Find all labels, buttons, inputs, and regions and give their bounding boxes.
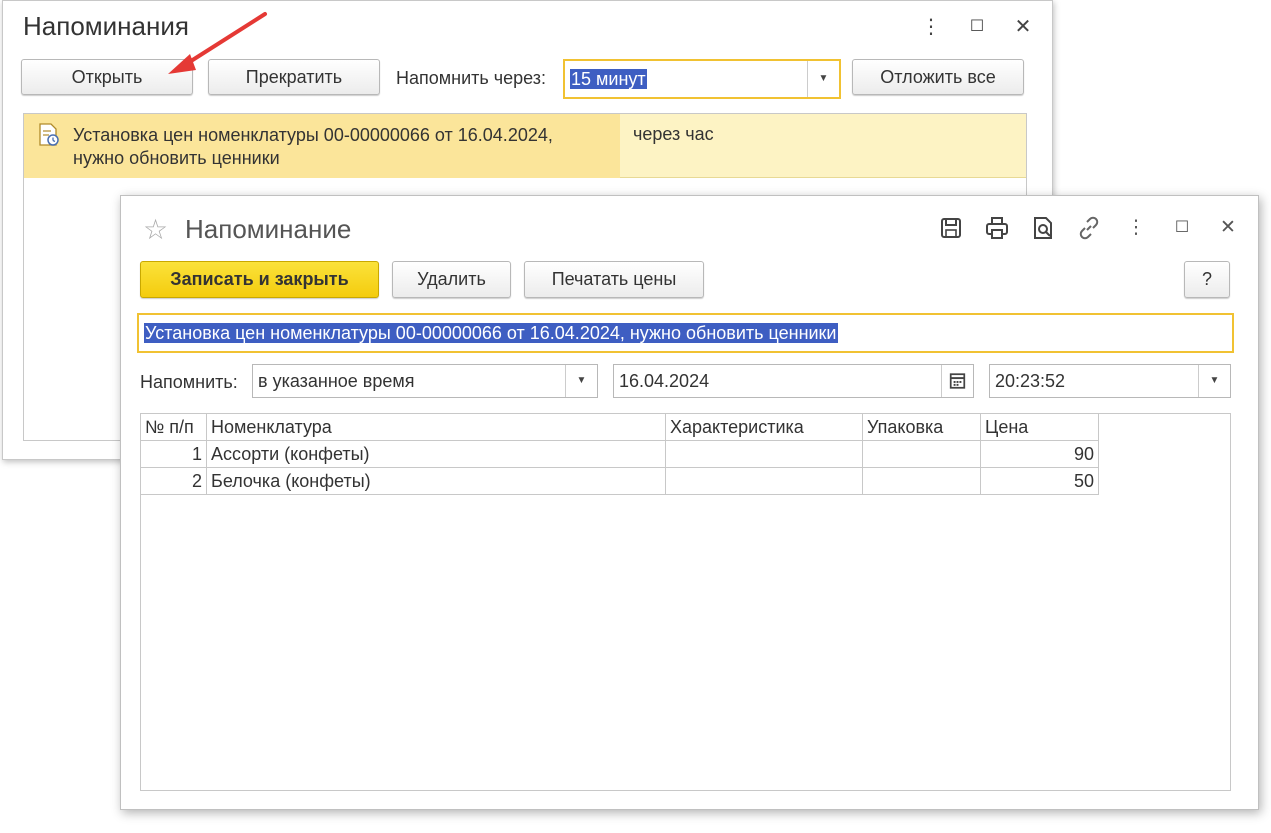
preview-icon[interactable] — [1030, 215, 1056, 241]
maximize-icon[interactable]: ☐ — [1169, 215, 1195, 241]
calendar-icon[interactable] — [941, 365, 973, 397]
print-icon[interactable] — [984, 215, 1010, 241]
date-value: 16.04.2024 — [619, 371, 710, 391]
remind-in-label: Напомнить через: — [396, 68, 547, 88]
col-header-number[interactable]: № п/п — [140, 413, 207, 441]
cell-package — [862, 467, 981, 495]
dropdown-arrow-icon[interactable]: ▼ — [807, 61, 839, 97]
table-row[interactable]: 2 Белочка (конфеты) 50 — [140, 467, 1099, 495]
table-row[interactable]: 1 Ассорти (конфеты) 90 — [140, 440, 1099, 468]
col-header-package[interactable]: Упаковка — [862, 413, 981, 441]
remind-label: Напомнить: — [140, 372, 238, 392]
cell-product: Ассорти (конфеты) — [206, 440, 666, 468]
reminder-text-line2: нужно обновить ценники — [73, 148, 280, 168]
reminders-window-title: Напоминания — [23, 11, 189, 41]
reminder-window: ☆ Напоминание ⋮ ☐ ✕ Записать и закрыть У… — [120, 195, 1259, 810]
dropdown-arrow-icon[interactable]: ▼ — [1198, 365, 1230, 397]
table-header-row: № п/п Номенклатура Характеристика Упаков… — [140, 413, 1099, 441]
maximize-icon[interactable]: ☐ — [954, 13, 1000, 41]
products-table: № п/п Номенклатура Характеристика Упаков… — [140, 413, 1099, 495]
save-icon[interactable] — [938, 215, 964, 241]
col-header-product[interactable]: Номенклатура — [206, 413, 666, 441]
reminder-text: Установка цен номенклатуры 00-00000066 о… — [73, 124, 613, 170]
date-field[interactable]: 16.04.2024 — [613, 364, 974, 398]
print-prices-button[interactable]: Печатать цены — [524, 261, 704, 298]
cell-package — [862, 440, 981, 468]
cell-product: Белочка (конфеты) — [206, 467, 666, 495]
description-value: Установка цен номенклатуры 00-00000066 о… — [144, 323, 838, 343]
remind-in-value: 15 минут — [570, 69, 647, 89]
open-button[interactable]: Открыть — [21, 59, 193, 95]
dropdown-arrow-icon[interactable]: ▼ — [565, 365, 597, 397]
cell-number: 1 — [140, 440, 207, 468]
save-and-close-button[interactable]: Записать и закрыть — [140, 261, 379, 298]
cell-price: 50 — [980, 467, 1099, 495]
col-header-characteristic[interactable]: Характеристика — [665, 413, 863, 441]
reminder-text-line1: Установка цен номенклатуры 00-00000066 о… — [73, 125, 553, 145]
remind-in-select[interactable]: 15 минут ▼ — [563, 59, 841, 99]
delete-button[interactable]: Удалить — [392, 261, 511, 298]
stop-button[interactable]: Прекратить — [208, 59, 380, 95]
time-field[interactable]: 20:23:52 ▼ — [989, 364, 1231, 398]
remind-mode-value: в указанное время — [258, 371, 415, 391]
cell-number: 2 — [140, 467, 207, 495]
link-icon[interactable] — [1076, 215, 1102, 241]
more-icon[interactable]: ⋮ — [1123, 215, 1149, 241]
time-value: 20:23:52 — [995, 371, 1066, 391]
star-icon[interactable]: ☆ — [143, 213, 168, 246]
reminder-when: через час — [633, 124, 714, 144]
cell-price: 90 — [980, 440, 1099, 468]
close-icon[interactable]: ✕ — [1215, 215, 1241, 241]
cell-characteristic — [665, 440, 863, 468]
reminder-window-title: Напоминание — [185, 214, 352, 244]
cell-characteristic — [665, 467, 863, 495]
postpone-all-button[interactable]: Отложить все — [852, 59, 1024, 95]
close-icon[interactable]: ✕ — [1000, 13, 1046, 41]
remind-mode-select[interactable]: в указанное время ▼ — [252, 364, 598, 398]
reminder-doc-icon — [39, 123, 59, 146]
col-header-price[interactable]: Цена — [980, 413, 1099, 441]
list-item[interactable]: Установка цен номенклатуры 00-00000066 о… — [24, 114, 1026, 178]
more-icon[interactable]: ⋮ — [908, 13, 954, 41]
help-button[interactable]: ? — [1184, 261, 1230, 298]
description-field[interactable]: Установка цен номенклатуры 00-00000066 о… — [137, 313, 1234, 353]
